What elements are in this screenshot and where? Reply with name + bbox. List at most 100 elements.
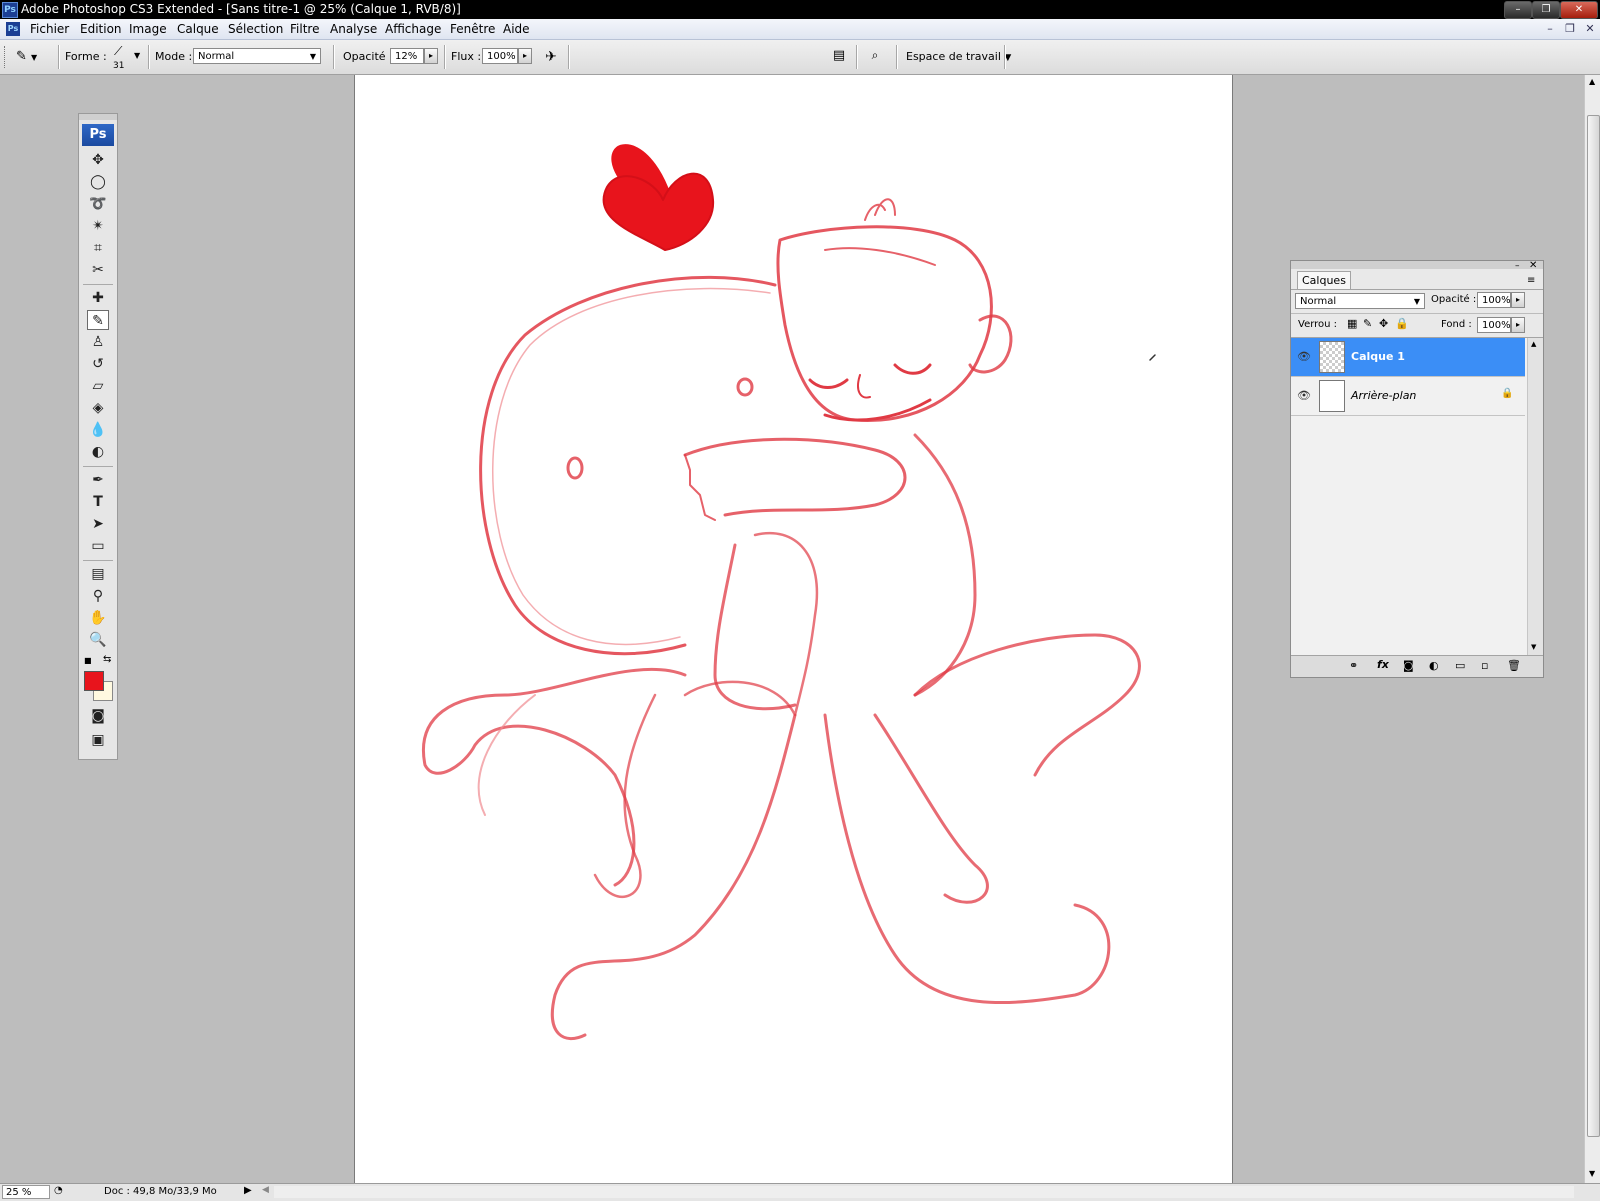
default-colors-icon[interactable]: ■ xyxy=(84,656,92,665)
scroll-down-icon[interactable]: ▼ xyxy=(1531,643,1536,651)
layer-name[interactable]: Arrière-plan xyxy=(1351,389,1416,402)
palette-well-icon[interactable]: ▤ xyxy=(830,48,848,66)
pen-tool-icon[interactable]: ✒ xyxy=(87,470,109,490)
menu-filtre[interactable]: Filtre xyxy=(290,22,319,36)
opacite-input[interactable]: 12% xyxy=(390,48,424,64)
workspace-menu[interactable]: Espace de travail ▼ xyxy=(906,50,1011,63)
fill-input[interactable]: 100% xyxy=(1477,317,1511,333)
opacite-slider-button[interactable]: ▸ xyxy=(424,48,438,64)
eyedropper-tool-icon[interactable]: ⚲ xyxy=(87,586,109,606)
lock-position-icon[interactable]: ✥ xyxy=(1379,317,1388,330)
shape-tool-icon[interactable]: ▭ xyxy=(87,536,109,556)
doc-restore-icon[interactable]: ❐ xyxy=(1562,22,1578,35)
eraser-tool-icon[interactable]: ▱ xyxy=(87,376,109,396)
blur-tool-icon[interactable]: 💧 xyxy=(87,420,109,440)
type-tool-icon[interactable]: T xyxy=(87,492,109,512)
scroll-up-icon[interactable]: ▲ xyxy=(1531,340,1536,348)
separator xyxy=(444,45,446,69)
lock-all-icon[interactable]: 🔒 xyxy=(1395,317,1409,330)
panel-close-icon[interactable]: ✕ xyxy=(1529,260,1537,271)
visibility-eye-icon[interactable]: 👁 xyxy=(1297,350,1311,364)
close-button[interactable]: ✕ xyxy=(1560,1,1598,19)
adjustment-layer-icon[interactable]: ◐ xyxy=(1429,659,1439,672)
minimize-button[interactable]: – xyxy=(1504,1,1532,19)
screen-mode-icon[interactable]: ▣ xyxy=(87,730,109,750)
lock-transparency-icon[interactable]: ▦ xyxy=(1347,317,1357,330)
lock-pixels-icon[interactable]: ✎ xyxy=(1363,317,1372,330)
menu-fenetre[interactable]: Fenêtre xyxy=(450,22,495,36)
zoom-level-input[interactable]: 25 % xyxy=(2,1185,50,1199)
visibility-eye-icon[interactable]: 👁 xyxy=(1297,389,1311,403)
scroll-up-icon[interactable]: ▲ xyxy=(1589,77,1595,86)
bridge-icon[interactable]: ⌕ xyxy=(864,48,886,66)
menu-edition[interactable]: Edition xyxy=(80,22,122,36)
layer-style-icon[interactable]: fx xyxy=(1377,658,1389,671)
link-layers-icon[interactable]: ⚭ xyxy=(1349,659,1358,672)
scroll-down-icon[interactable]: ▼ xyxy=(1589,1169,1595,1178)
doc-close-icon[interactable]: ✕ xyxy=(1582,22,1598,35)
add-mask-icon[interactable]: ◙ xyxy=(1403,659,1414,672)
notes-tool-icon[interactable]: ▤ xyxy=(87,564,109,584)
toolbox-grip[interactable] xyxy=(79,114,117,120)
new-group-icon[interactable]: ▭ xyxy=(1455,659,1465,672)
flux-input[interactable]: 100% xyxy=(482,48,518,64)
menu-image[interactable]: Image xyxy=(129,22,167,36)
menu-affichage[interactable]: Affichage xyxy=(385,22,441,36)
trash-icon[interactable]: 🗑 xyxy=(1507,659,1521,672)
panel-header[interactable] xyxy=(1291,261,1543,269)
horizontal-scrollbar[interactable] xyxy=(274,1186,1574,1198)
layers-scrollbar[interactable]: ▲ ▼ xyxy=(1527,338,1543,655)
document-canvas[interactable] xyxy=(354,75,1233,1183)
brush-preset-picker[interactable]: ✎ ▼ xyxy=(16,48,52,66)
layer-opacity-input[interactable]: 100% xyxy=(1477,292,1511,308)
move-tool-icon[interactable]: ✥ xyxy=(87,150,109,170)
menu-analyse[interactable]: Analyse xyxy=(330,22,377,36)
blend-mode-select[interactable]: Normal ▼ xyxy=(1295,293,1425,309)
zoom-tool-icon[interactable]: 🔍 xyxy=(87,630,109,650)
doc-minimize-icon[interactable]: – xyxy=(1542,22,1558,35)
paint-bucket-tool-icon[interactable]: ◈ xyxy=(87,398,109,418)
healing-brush-tool-icon[interactable]: ✚ xyxy=(87,288,109,308)
scrollbar-thumb[interactable] xyxy=(1587,115,1600,1137)
marquee-tool-icon[interactable]: ◯ xyxy=(87,172,109,192)
status-icon[interactable]: ◔ xyxy=(54,1185,63,1196)
panel-menu-icon[interactable]: ≡ xyxy=(1527,275,1535,286)
mode-select[interactable]: Normal ▼ xyxy=(193,48,321,64)
slice-tool-icon[interactable]: ✂ xyxy=(87,260,109,280)
history-brush-tool-icon[interactable]: ↺ xyxy=(87,354,109,374)
layer-row-calque-1[interactable]: 👁 Calque 1 xyxy=(1291,338,1525,377)
layer-opacity-slider-button[interactable]: ▸ xyxy=(1511,292,1525,308)
maximize-button[interactable]: ❐ xyxy=(1532,1,1560,19)
quick-mask-icon[interactable]: ◙ xyxy=(87,706,109,726)
new-layer-icon[interactable]: ▫ xyxy=(1481,659,1488,672)
magic-wand-tool-icon[interactable]: ✴ xyxy=(87,216,109,236)
dodge-tool-icon[interactable]: ◐ xyxy=(87,442,109,462)
separator xyxy=(1291,289,1543,290)
airbrush-icon[interactable]: ✈ xyxy=(540,47,562,67)
path-selection-tool-icon[interactable]: ➤ xyxy=(87,514,109,534)
foreground-color-swatch[interactable] xyxy=(84,671,104,691)
panel-minimize-icon[interactable]: – xyxy=(1515,261,1520,271)
menu-selection[interactable]: Sélection xyxy=(228,22,283,36)
document-icon[interactable]: Ps xyxy=(6,22,20,36)
fill-slider-button[interactable]: ▸ xyxy=(1511,317,1525,333)
options-grip[interactable] xyxy=(4,46,8,68)
menu-fichier[interactable]: Fichier xyxy=(30,22,69,36)
document-vertical-scrollbar[interactable]: ▲ ▼ xyxy=(1584,75,1600,1183)
swap-colors-icon[interactable]: ⇆ xyxy=(103,654,113,665)
hand-tool-icon[interactable]: ✋ xyxy=(87,608,109,628)
crop-tool-icon[interactable]: ⌗ xyxy=(87,238,109,258)
lasso-tool-icon[interactable]: ➰ xyxy=(87,194,109,214)
scroll-left-icon[interactable]: ◀ xyxy=(262,1185,269,1195)
menu-calque[interactable]: Calque xyxy=(177,22,219,36)
layer-row-arriere-plan[interactable]: 👁 Arrière-plan 🔒 xyxy=(1291,377,1525,416)
flux-slider-button[interactable]: ▸ xyxy=(518,48,532,64)
clone-stamp-tool-icon[interactable]: ♙ xyxy=(87,332,109,352)
layer-name[interactable]: Calque 1 xyxy=(1351,350,1405,363)
brush-size-picker[interactable]: ⟋ 31 ▼ xyxy=(110,44,140,72)
brush-tool-icon[interactable]: ✎ xyxy=(87,310,109,330)
tab-calques[interactable]: Calques ✕ xyxy=(1297,271,1351,305)
status-menu-arrow-icon[interactable]: ▶ xyxy=(244,1185,252,1196)
photoshop-logo[interactable]: Ps xyxy=(82,124,114,146)
menu-aide[interactable]: Aide xyxy=(503,22,530,36)
